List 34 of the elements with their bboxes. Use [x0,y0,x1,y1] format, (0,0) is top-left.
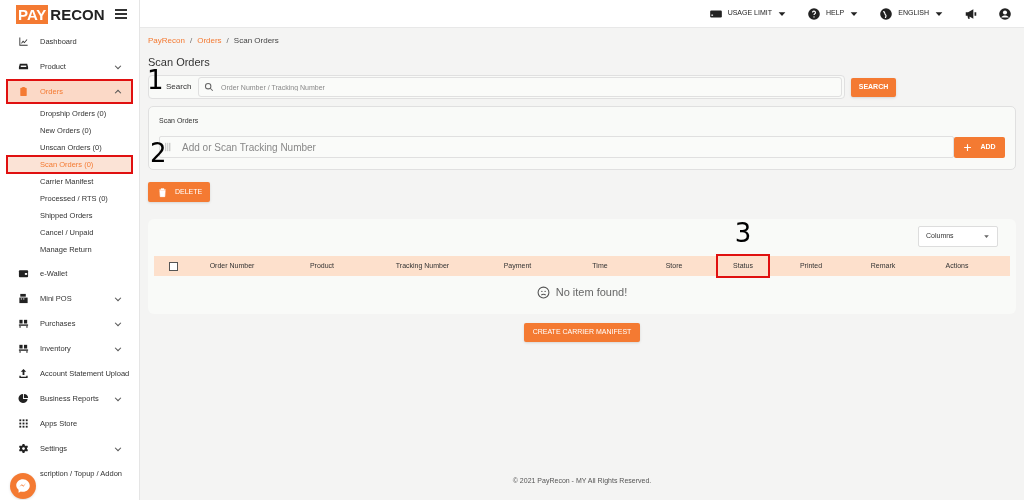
breadcrumb-current: Scan Orders [233,35,279,47]
chat-icon [14,477,32,495]
callout-number: 1 [147,67,164,93]
boxes-icon [18,318,29,329]
grid-icon [18,418,29,429]
tray-icon [18,61,29,72]
chat-button[interactable] [10,473,36,499]
select-all-checkbox[interactable] [168,261,178,271]
page-title: Scan Orders [148,55,211,69]
account-icon [998,6,1012,21]
plus-icon [963,142,973,152]
chart-icon [18,36,29,47]
wallet-icon [18,268,29,279]
logo-text: PAY [16,4,49,24]
callout-number: 3 [734,219,752,246]
cash-register-icon [18,293,29,304]
search-label: Search [166,81,192,93]
logo-text: RECON [49,6,105,22]
breadcrumb-separator: / [189,35,193,47]
trash-icon [158,186,167,198]
search-icon [204,82,214,92]
help-icon [806,6,821,21]
globe-icon [879,6,894,21]
pie-chart-icon [18,393,29,404]
upload-icon [18,368,29,379]
sad-face-icon [536,285,550,299]
settings-icon [18,443,29,454]
caret-icon [983,233,990,240]
clipboard-icon [18,86,29,97]
boxes-icon [18,343,29,354]
topbar-button[interactable] [998,6,1012,21]
breadcrumb-separator: / [226,35,229,47]
menu-icon[interactable] [115,9,127,19]
empty-message: No item found! [555,284,628,300]
